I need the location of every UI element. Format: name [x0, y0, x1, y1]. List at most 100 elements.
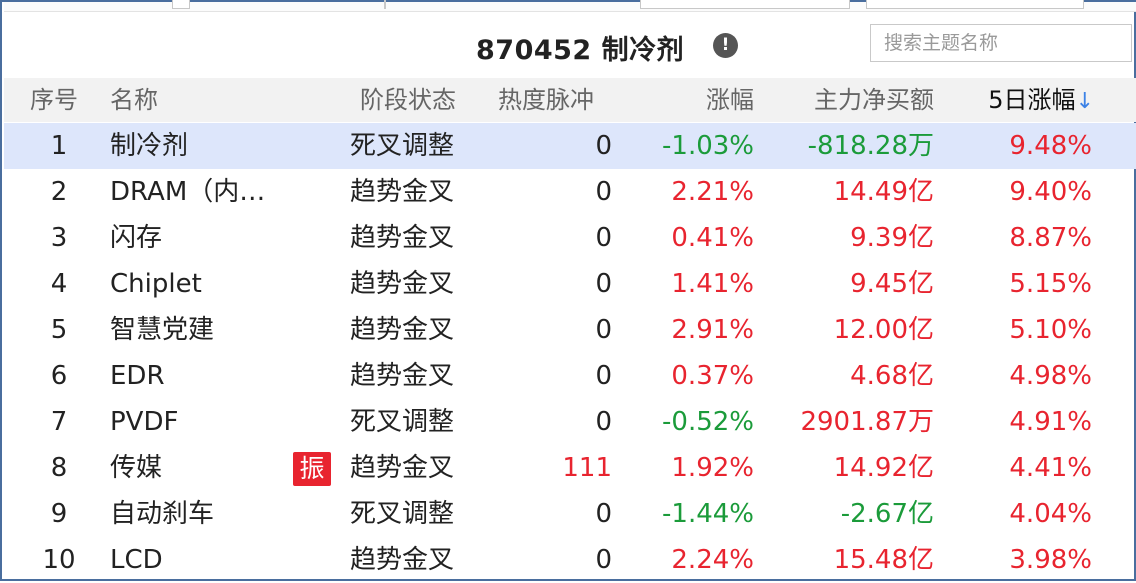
row-index: 4	[50, 269, 68, 299]
search-input[interactable]	[870, 24, 1132, 62]
row-name: LCD	[110, 545, 163, 575]
row-heat: 0	[595, 499, 612, 529]
row-name: 自动刹车	[110, 499, 215, 529]
table-row[interactable]: 3 闪存 趋势金叉 0 0.41% 9.39亿 8.87%	[4, 215, 1136, 261]
window-frame: 870452 制冷剂 ! 序号 名称 阶段状态 热度脉冲 涨幅 主力净买额 5日…	[0, 0, 1136, 581]
row-stage: 趋势金叉	[350, 269, 455, 299]
row-five-day: 9.40%	[1009, 177, 1092, 207]
row-change: -1.44%	[662, 499, 754, 529]
row-change: -0.52%	[662, 407, 754, 437]
row-net-buy: 15.48亿	[833, 545, 934, 575]
table-row[interactable]: 9 自动刹车 死叉调整 0 -1.44% -2.67亿 4.04%	[4, 491, 1136, 537]
row-index: 2	[50, 177, 68, 207]
row-change: -1.03%	[662, 131, 754, 161]
row-net-buy: 12.00亿	[833, 315, 934, 345]
row-stage: 死叉调整	[350, 407, 455, 437]
row-five-day: 4.04%	[1009, 499, 1092, 529]
row-stage: 趋势金叉	[350, 545, 455, 575]
row-net-buy: 14.49亿	[833, 177, 934, 207]
toolbar-divider	[384, 0, 386, 9]
volatility-badge: 振	[293, 452, 331, 486]
row-change: 1.41%	[671, 269, 754, 299]
row-index: 8	[50, 453, 68, 483]
row-five-day: 4.41%	[1009, 453, 1092, 483]
row-heat: 0	[595, 407, 612, 437]
row-five-day: 3.98%	[1009, 545, 1092, 575]
column-header-change[interactable]: 涨幅	[624, 78, 754, 122]
table-row[interactable]: 10 LCD 趋势金叉 0 2.24% 15.48亿 3.98%	[4, 537, 1136, 583]
row-net-buy: 14.92亿	[833, 453, 934, 483]
row-heat: 0	[595, 177, 612, 207]
row-heat: 0	[595, 315, 612, 345]
row-heat: 0	[595, 131, 612, 161]
page-title: 870452 制冷剂	[476, 35, 685, 66]
row-name: DRAM（内…	[110, 177, 266, 207]
row-change: 2.24%	[671, 545, 754, 575]
row-net-buy: 9.45亿	[850, 269, 934, 299]
toolbar-fragment	[172, 0, 190, 9]
table-header: 序号 名称 阶段状态 热度脉冲 涨幅 主力净买额 5日涨幅↓	[4, 78, 1136, 122]
column-header-five-day-label: 5日涨幅	[988, 86, 1076, 114]
row-five-day: 5.10%	[1009, 315, 1092, 345]
row-index: 10	[42, 545, 76, 575]
row-stage: 死叉调整	[350, 131, 455, 161]
row-index: 6	[50, 361, 68, 391]
column-header-five-day[interactable]: 5日涨幅↓	[944, 78, 1094, 122]
row-five-day: 5.15%	[1009, 269, 1092, 299]
info-icon[interactable]: !	[713, 33, 738, 58]
toolbar-field[interactable]	[866, 0, 1084, 9]
row-stage: 趋势金叉	[350, 223, 455, 253]
row-index: 5	[50, 315, 68, 345]
row-heat: 0	[595, 223, 612, 253]
column-header-name[interactable]: 名称	[110, 78, 158, 122]
column-header-heat[interactable]: 热度脉冲	[498, 78, 594, 122]
row-change: 1.92%	[671, 453, 754, 483]
sort-desc-icon: ↓	[1075, 89, 1094, 114]
row-name: 智慧党建	[110, 315, 215, 345]
row-name: Chiplet	[110, 269, 202, 299]
row-net-buy: -818.28万	[807, 131, 934, 161]
row-five-day: 8.87%	[1009, 223, 1092, 253]
table-row[interactable]: 2 DRAM（内… 趋势金叉 0 2.21% 14.49亿 9.40%	[4, 169, 1136, 215]
table-row[interactable]: 1 制冷剂 死叉调整 0 -1.03% -818.28万 9.48%	[4, 123, 1136, 169]
title-row: 870452 制冷剂 !	[4, 18, 1136, 74]
row-five-day: 4.98%	[1009, 361, 1092, 391]
column-header-stage[interactable]: 阶段状态	[360, 78, 456, 122]
column-header-net-buy[interactable]: 主力净买额	[764, 78, 934, 122]
row-index: 7	[50, 407, 68, 437]
table-row[interactable]: 4 Chiplet 趋势金叉 0 1.41% 9.45亿 5.15%	[4, 261, 1136, 307]
row-name: EDR	[110, 361, 165, 391]
column-header-index[interactable]: 序号	[30, 78, 78, 122]
row-change: 2.91%	[671, 315, 754, 345]
row-stage: 死叉调整	[350, 499, 455, 529]
row-stage: 趋势金叉	[350, 361, 455, 391]
row-name: 制冷剂	[110, 131, 189, 161]
row-net-buy: 2901.87万	[800, 407, 934, 437]
table-row[interactable]: 7 PVDF 死叉调整 0 -0.52% 2901.87万 4.91%	[4, 399, 1136, 445]
top-toolbar-strip	[4, 0, 1136, 12]
row-net-buy: 9.39亿	[850, 223, 934, 253]
row-heat: 111	[562, 453, 612, 483]
row-name: 传媒	[110, 453, 163, 483]
toolbar-field[interactable]	[640, 0, 850, 9]
row-index: 1	[50, 131, 68, 161]
row-heat: 0	[595, 361, 612, 391]
row-stage: 趋势金叉	[350, 453, 455, 483]
row-name: PVDF	[110, 407, 179, 437]
row-heat: 0	[595, 269, 612, 299]
table-row[interactable]: 6 EDR 趋势金叉 0 0.37% 4.68亿 4.98%	[4, 353, 1136, 399]
row-stage: 趋势金叉	[350, 177, 455, 207]
row-five-day: 4.91%	[1009, 407, 1092, 437]
row-index: 3	[50, 223, 68, 253]
row-net-buy: -2.67亿	[840, 499, 934, 529]
row-change: 2.21%	[671, 177, 754, 207]
row-five-day: 9.48%	[1009, 131, 1092, 161]
row-index: 9	[50, 499, 68, 529]
row-name: 闪存	[110, 223, 163, 253]
row-change: 0.37%	[671, 361, 754, 391]
row-heat: 0	[595, 545, 612, 575]
row-stage: 趋势金叉	[350, 315, 455, 345]
row-change: 0.41%	[671, 223, 754, 253]
table-row[interactable]: 5 智慧党建 趋势金叉 0 2.91% 12.00亿 5.10%	[4, 307, 1136, 353]
table-row[interactable]: 8 传媒 振趋势金叉 111 1.92% 14.92亿 4.41%	[4, 445, 1136, 491]
